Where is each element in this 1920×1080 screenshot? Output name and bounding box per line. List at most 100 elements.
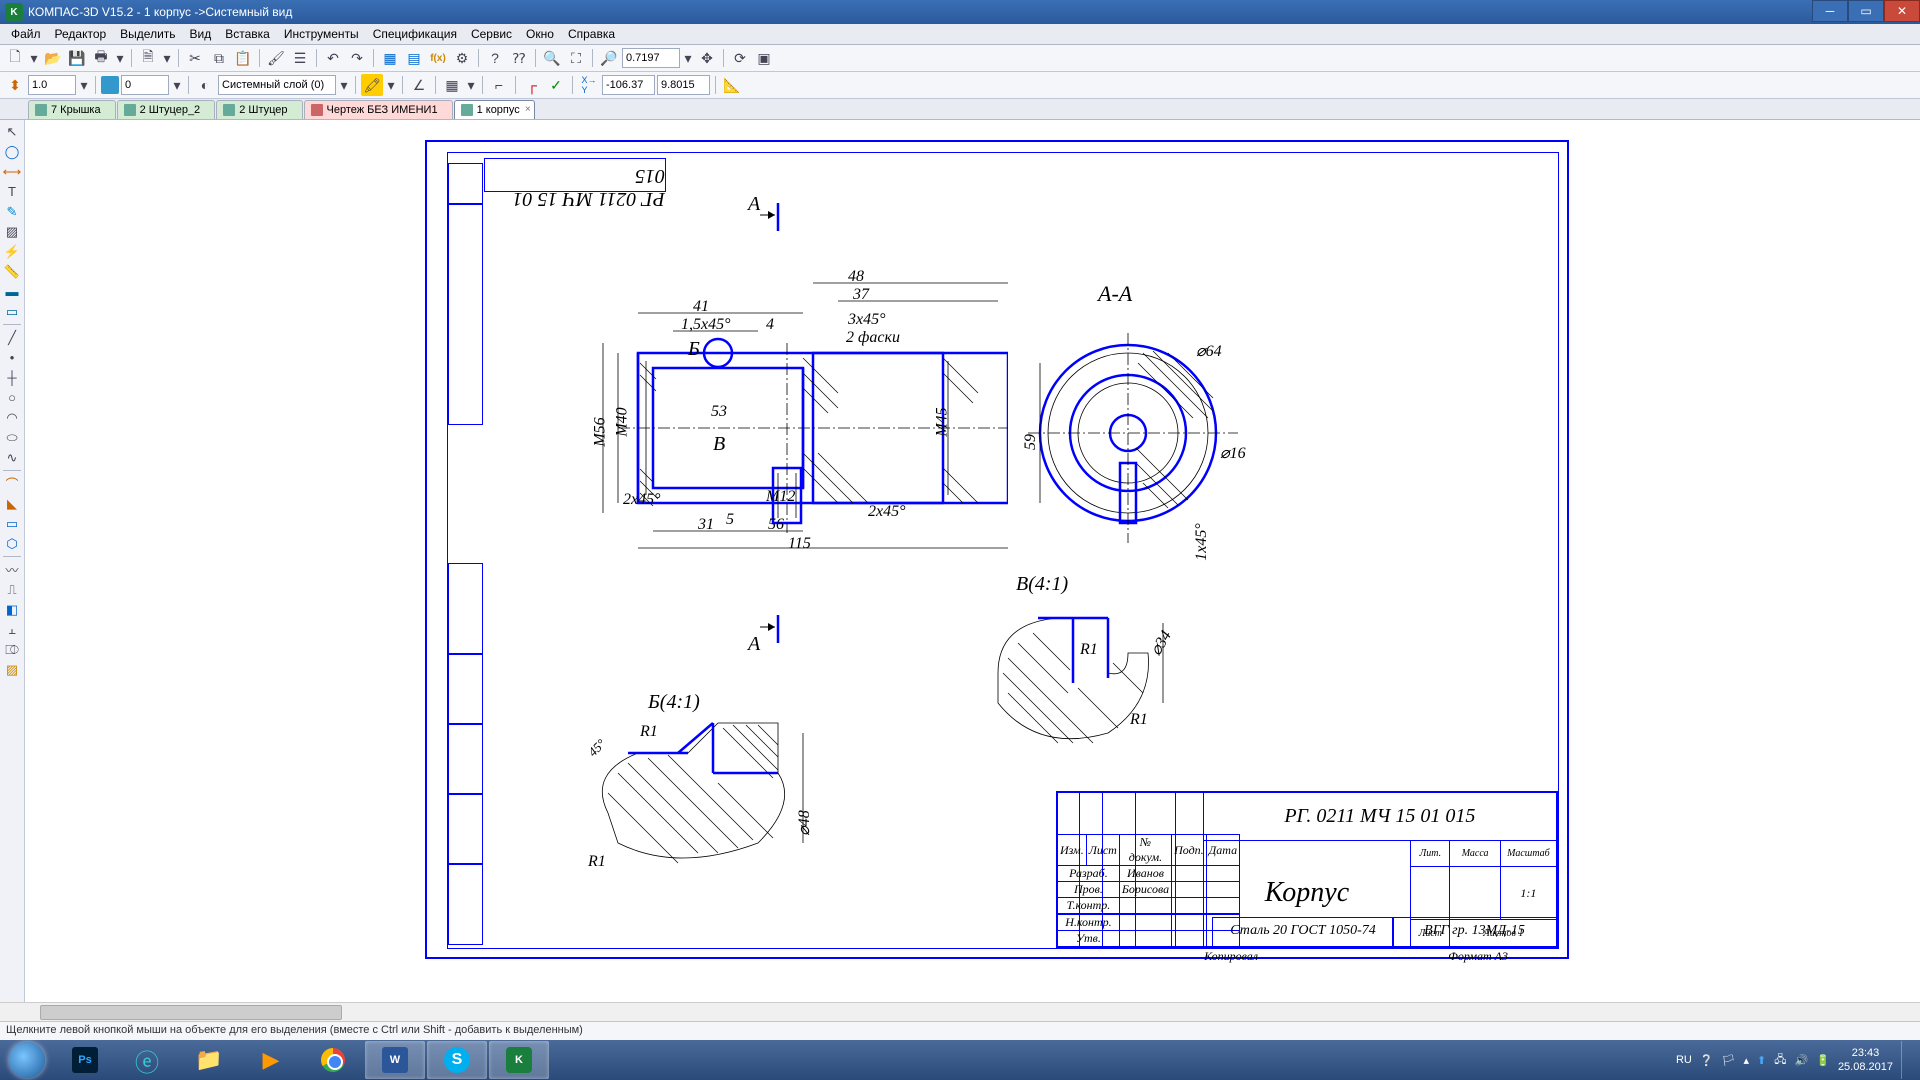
text-tool[interactable]: T (1, 182, 23, 201)
redo-button[interactable]: ↷ (346, 47, 368, 69)
help-button[interactable]: ? (484, 47, 506, 69)
equid-tool[interactable]: ⫠ (1, 620, 23, 639)
whatsthis-button[interactable]: ⁇ (508, 47, 530, 69)
manager-button[interactable]: ▤ (403, 47, 425, 69)
preview-button[interactable]: 🗎 (137, 47, 159, 69)
local-cs-button[interactable]: ✓ (545, 74, 567, 96)
layers-button[interactable]: ▦ (379, 47, 401, 69)
help-tray-icon[interactable]: ❔ (1700, 1054, 1714, 1067)
copy-button[interactable]: ⧉ (208, 47, 230, 69)
scale-dropdown-icon[interactable]: ▾ (78, 74, 90, 96)
rect-tool[interactable]: ▭ (1, 514, 23, 533)
aux-tool[interactable]: ┼ (1, 368, 23, 387)
tab-doc-3[interactable]: 2 Штуцер (216, 100, 302, 119)
drawing-canvas[interactable]: РГ 0211 МЧ 15 01 015 (25, 120, 1920, 1002)
new-button[interactable]: 🗋 (4, 47, 26, 69)
param-tool[interactable]: ⚡ (1, 242, 23, 261)
menu-file[interactable]: Файл (4, 25, 48, 43)
ortho-button[interactable]: ⌐ (488, 74, 510, 96)
grid-dropdown-icon[interactable]: ▾ (465, 74, 477, 96)
layer-num-input[interactable] (121, 75, 169, 95)
more-tool-2[interactable]: ▭ (1, 302, 23, 321)
task-chrome[interactable] (303, 1041, 363, 1079)
task-word[interactable]: W (365, 1041, 425, 1079)
coord-x-input[interactable] (602, 75, 655, 95)
refresh-button[interactable]: ⟳ (729, 47, 751, 69)
task-ie[interactable]: ⓔ (117, 1041, 177, 1079)
menu-view[interactable]: Вид (183, 25, 219, 43)
action-center-icon[interactable]: 🏳 (1722, 1054, 1736, 1067)
scrollbar-thumb[interactable] (40, 1005, 342, 1020)
properties-button[interactable]: ☰ (289, 47, 311, 69)
show-all-button[interactable]: ▣ (753, 47, 775, 69)
measure-button[interactable]: 📐 (721, 74, 743, 96)
tab-close-icon[interactable]: × (525, 104, 531, 115)
grid-button[interactable]: ▦ (441, 74, 463, 96)
chamfer-tool[interactable]: ◣ (1, 494, 23, 513)
dim-tool[interactable]: ⟷ (1, 162, 23, 181)
layer-color-button[interactable] (101, 76, 119, 94)
clock[interactable]: 23:43 25.08.2017 (1838, 1046, 1893, 1074)
ellipse-tool[interactable]: ⬭ (1, 428, 23, 447)
preview-dropdown-icon[interactable]: ▾ (161, 47, 173, 69)
task-skype[interactable]: S (427, 1041, 487, 1079)
break-tool[interactable]: ⎍ (1, 580, 23, 599)
spline-tool[interactable]: ∿ (1, 448, 23, 467)
variables-button[interactable]: ⚙ (451, 47, 473, 69)
function-button[interactable]: f(x) (427, 47, 449, 69)
zoom-dynamic-button[interactable]: 🔎 (598, 47, 620, 69)
task-wmp[interactable]: ▶ (241, 1041, 301, 1079)
hatch-tool[interactable]: ▨ (1, 222, 23, 241)
menu-help[interactable]: Справка (561, 25, 622, 43)
layer-combo-dropdown-icon[interactable]: ▾ (338, 74, 350, 96)
show-desktop-button[interactable] (1901, 1041, 1912, 1079)
bluetooth-icon[interactable]: ⬆ (1757, 1054, 1766, 1067)
battery-icon[interactable]: 🔋 (1816, 1054, 1830, 1067)
line-tool[interactable]: ╱ (1, 328, 23, 347)
geometry-tool[interactable]: ◯ (1, 142, 23, 161)
contour-tool[interactable]: ◧ (1, 600, 23, 619)
edit-tool[interactable]: ✎ (1, 202, 23, 221)
layer-combo[interactable]: Системный слой (0) (218, 75, 336, 95)
scale-input[interactable] (28, 75, 76, 95)
horizontal-scrollbar[interactable] (0, 1002, 1920, 1021)
menu-edit[interactable]: Редактор (48, 25, 114, 43)
lang-indicator[interactable]: RU (1676, 1054, 1692, 1066)
menu-window[interactable]: Окно (519, 25, 561, 43)
zoom-fit-button[interactable]: ⛶ (565, 47, 587, 69)
point-tool[interactable]: • (1, 348, 23, 367)
print-button[interactable]: 🖶 (90, 47, 112, 69)
snap-button[interactable]: ⬍ (4, 74, 26, 96)
network-icon[interactable]: 🖧 (1774, 1051, 1786, 1070)
format-painter-button[interactable]: 🖌 (265, 47, 287, 69)
circle-tool[interactable]: ○ (1, 388, 23, 407)
zoom-dropdown-icon[interactable]: ▾ (682, 47, 694, 69)
highlight-dropdown-icon[interactable]: ▾ (385, 74, 397, 96)
task-photoshop[interactable]: Ps (55, 1041, 115, 1079)
tab-doc-5[interactable]: 1 корпус× (454, 100, 535, 119)
task-explorer[interactable]: 📁 (179, 1041, 239, 1079)
task-kompas[interactable]: K (489, 1041, 549, 1079)
angle-button[interactable]: ∠ (408, 74, 430, 96)
menu-tools[interactable]: Инструменты (277, 25, 366, 43)
tab-doc-1[interactable]: 7 Крышка (28, 100, 116, 119)
maximize-button[interactable]: ▭ (1848, 0, 1884, 22)
zoom-input[interactable] (622, 48, 680, 68)
open-button[interactable]: 📂 (42, 47, 64, 69)
curve-tool[interactable]: 〰 (1, 560, 23, 579)
collect-tool[interactable]: ⎄ (1, 640, 23, 659)
minimize-button[interactable]: ─ (1812, 0, 1848, 22)
save-button[interactable]: 💾 (66, 47, 88, 69)
arc-tool[interactable]: ◠ (1, 408, 23, 427)
highlight-button[interactable]: 🖍 (361, 74, 383, 96)
close-button[interactable]: ✕ (1884, 0, 1920, 22)
select-tool[interactable]: ↖ (1, 122, 23, 141)
polygon-tool[interactable]: ⬡ (1, 534, 23, 553)
layer-state-icon[interactable]: ◐ (194, 74, 216, 96)
menu-spec[interactable]: Спецификация (366, 25, 464, 43)
round-button[interactable]: ┌ (521, 74, 543, 96)
new-dropdown-icon[interactable]: ▾ (28, 47, 40, 69)
fill-tool[interactable]: ▨ (1, 660, 23, 679)
measure-tool[interactable]: 📏 (1, 262, 23, 281)
tab-doc-4[interactable]: Чертеж БЕЗ ИМЕНИ1 (304, 100, 453, 119)
